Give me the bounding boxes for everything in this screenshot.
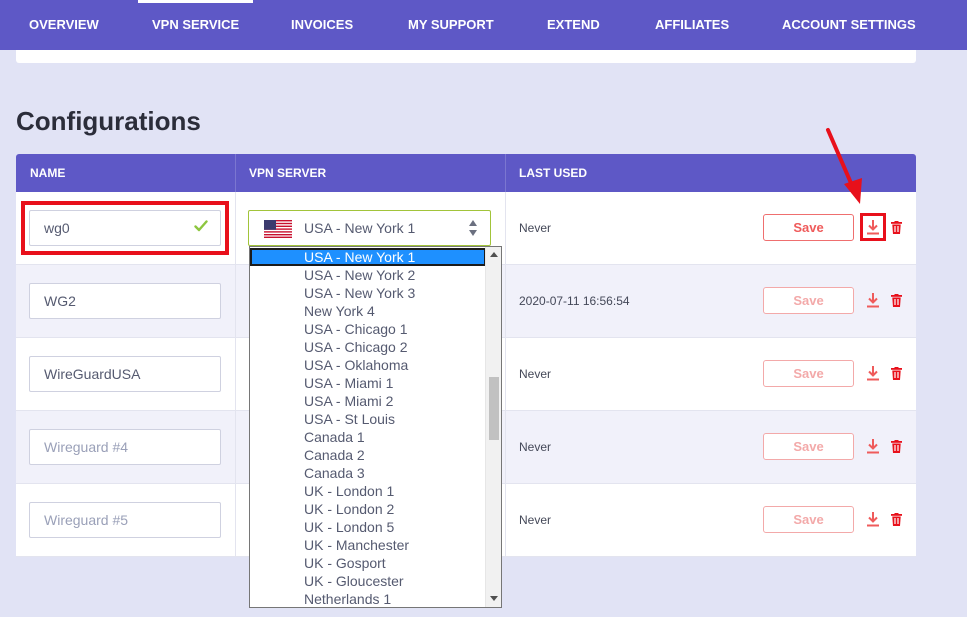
column-divider [505, 192, 506, 264]
header-divider [505, 154, 506, 192]
nav-tab-my-support[interactable]: MY SUPPORT [408, 0, 494, 50]
last-used-value: 2020-07-11 16:56:54 [519, 294, 630, 308]
config-name-value: WireGuardUSA [44, 366, 141, 382]
column-divider [505, 265, 506, 337]
trash-icon[interactable] [891, 513, 902, 526]
dropdown-option[interactable]: Canada 1 [250, 428, 486, 446]
us-flag-icon [264, 220, 292, 238]
vpn-server-dropdown-list[interactable]: USA - New York 1 USA - New York 2 USA - … [249, 246, 502, 608]
trash-icon[interactable] [891, 440, 902, 453]
dropdown-option[interactable]: USA - St Louis [250, 410, 486, 428]
save-button[interactable]: Save [763, 287, 854, 314]
download-icon[interactable] [866, 511, 880, 528]
download-icon[interactable] [866, 365, 880, 382]
dropdown-option[interactable]: Canada 2 [250, 446, 486, 464]
column-divider [235, 338, 236, 410]
dropdown-option[interactable]: USA - Miami 1 [250, 374, 486, 392]
trash-icon[interactable] [891, 367, 902, 380]
column-divider [505, 338, 506, 410]
dropdown-option[interactable]: UK - London 2 [250, 500, 486, 518]
header-vpn-server: VPN SERVER [249, 166, 327, 180]
config-name-input[interactable]: Wireguard #5 [29, 502, 221, 538]
column-divider [235, 192, 236, 264]
dropdown-option[interactable]: New York 4 [250, 302, 486, 320]
header-name: NAME [30, 166, 66, 180]
vpn-server-select[interactable]: USA - New York 1 [248, 210, 491, 246]
dropdown-option[interactable]: UK - Gosport [250, 554, 486, 572]
dropdown-option[interactable]: USA - Chicago 2 [250, 338, 486, 356]
config-name-input[interactable]: WG2 [29, 283, 221, 319]
dropdown-option[interactable]: USA - New York 1 [250, 248, 486, 266]
column-divider [505, 484, 506, 556]
download-icon[interactable] [866, 292, 880, 309]
dropdown-option[interactable]: USA - New York 3 [250, 284, 486, 302]
red-arrow-annotation [826, 128, 862, 204]
save-button[interactable]: Save [763, 506, 854, 533]
config-name-placeholder: Wireguard #4 [44, 439, 129, 455]
dropdown-option[interactable]: Netherlands 1 [250, 590, 486, 607]
trash-icon[interactable] [891, 221, 902, 234]
dropdown-option[interactable]: USA - Chicago 1 [250, 320, 486, 338]
save-button[interactable]: Save [763, 214, 854, 241]
column-divider [235, 265, 236, 337]
dropdown-option[interactable]: UK - Manchester [250, 536, 486, 554]
save-button[interactable]: Save [763, 433, 854, 460]
dropdown-option[interactable]: UK - London 5 [250, 518, 486, 536]
nav-tab-vpn-service[interactable]: VPN SERVICE [137, 0, 254, 50]
select-arrows-icon [469, 220, 477, 236]
section-title: Configurations [16, 106, 201, 136]
dropdown-option[interactable]: USA - Oklahoma [250, 356, 486, 374]
scroll-up-arrow-icon[interactable] [490, 252, 498, 257]
nav-tab-overview[interactable]: OVERVIEW [29, 0, 99, 50]
previous-section-card [16, 50, 916, 63]
last-used-value: Never [519, 513, 552, 527]
save-button[interactable]: Save [763, 360, 854, 387]
dropdown-option[interactable]: UK - London 1 [250, 482, 486, 500]
column-divider [235, 411, 236, 483]
scrollbar-thumb[interactable] [489, 377, 499, 440]
nav-tab-affiliates[interactable]: AFFILIATES [655, 0, 729, 50]
download-highlight-box [860, 213, 886, 241]
nav-tab-extend[interactable]: EXTEND [547, 0, 600, 50]
dropdown-option[interactable]: USA - Miami 2 [250, 392, 486, 410]
column-divider [235, 484, 236, 556]
dropdown-option[interactable]: UK - Gloucester [250, 572, 486, 590]
config-name-input[interactable]: WireGuardUSA [29, 356, 221, 392]
last-used-value: Never [519, 221, 552, 235]
trash-icon[interactable] [891, 294, 902, 307]
last-used-value: Never [519, 367, 552, 381]
scroll-down-arrow-icon[interactable] [490, 596, 498, 601]
header-last-used: LAST USED [519, 166, 588, 180]
table-header: NAME VPN SERVER LAST USED [16, 154, 916, 192]
nav-tab-invoices[interactable]: INVOICES [291, 0, 353, 50]
dropdown-option[interactable]: USA - New York 2 [250, 266, 486, 284]
config-name-placeholder: Wireguard #5 [44, 512, 129, 528]
top-nav: OVERVIEW VPN SERVICE INVOICES MY SUPPORT… [0, 0, 967, 50]
vpn-server-value: USA - New York 1 [304, 220, 416, 236]
last-used-value: Never [519, 440, 552, 454]
name-highlight-box [21, 201, 229, 255]
column-divider [505, 411, 506, 483]
config-name-input[interactable]: Wireguard #4 [29, 429, 221, 465]
header-divider [235, 154, 236, 192]
dropdown-scrollbar[interactable] [485, 247, 501, 607]
nav-tab-account-settings[interactable]: ACCOUNT SETTINGS [782, 0, 916, 50]
config-name-value: WG2 [44, 293, 76, 309]
download-icon[interactable] [866, 438, 880, 455]
dropdown-option[interactable]: Canada 3 [250, 464, 486, 482]
